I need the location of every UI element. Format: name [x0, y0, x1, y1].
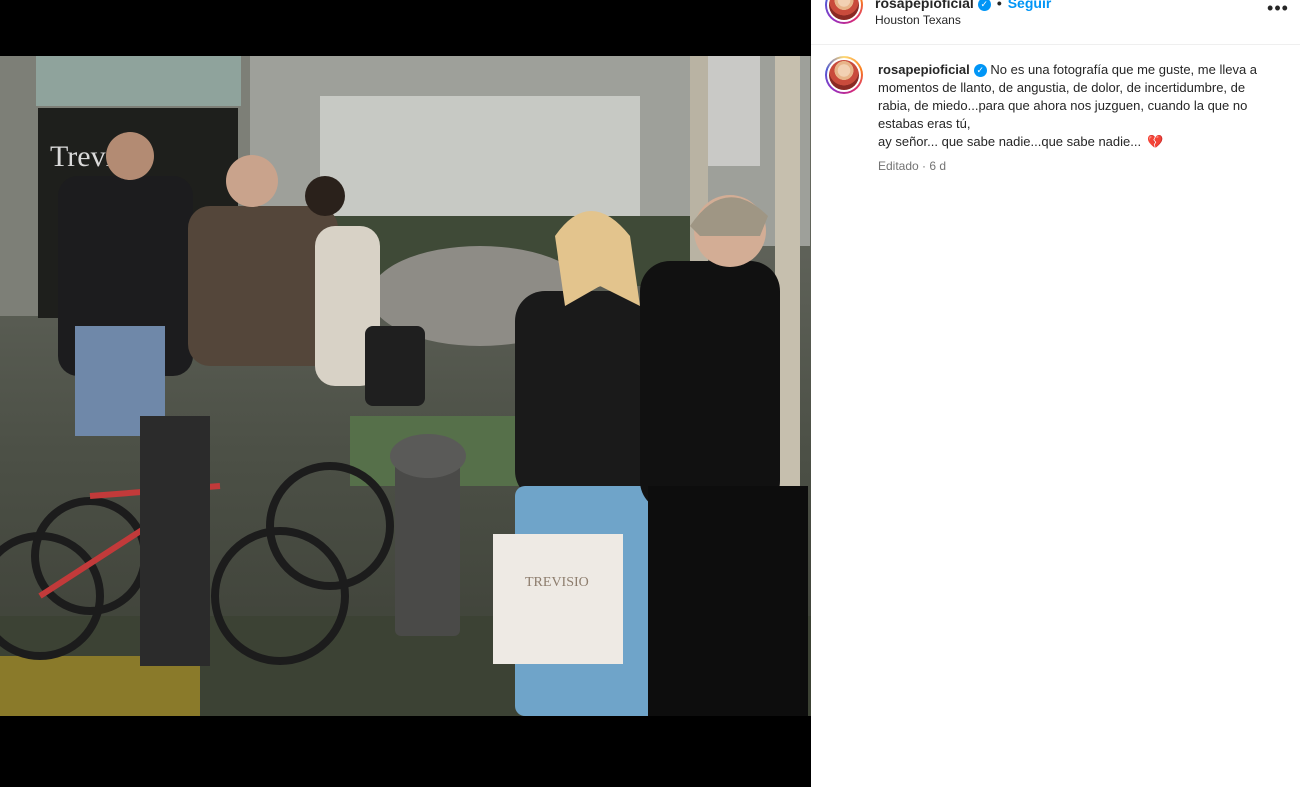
photo-scene: Trevi TREVISIO: [0, 56, 811, 716]
caption-line-5: ay señor... que sabe nadie...que sabe na…: [878, 134, 1142, 149]
caption-line-1: No es una fotografía que me guste, me ll…: [990, 62, 1258, 77]
caption-meta: Editado · 6 d: [878, 157, 1288, 175]
more-options-icon[interactable]: •••: [1266, 0, 1290, 20]
author-line: rosapepioficial ✓ • Seguir: [875, 0, 1051, 11]
verified-badge-icon: ✓: [973, 64, 987, 77]
post-header: rosapepioficial ✓ • Seguir Houston Texans •…: [811, 0, 1300, 45]
time-ago[interactable]: 6 d: [929, 159, 946, 173]
verified-badge-icon: ✓: [977, 0, 991, 11]
author-avatar[interactable]: [825, 0, 863, 24]
edited-label: Editado: [878, 159, 919, 173]
media-panel: Trevi TREVISIO: [0, 0, 811, 787]
caption-username[interactable]: rosapepioficial: [878, 62, 970, 77]
author-username[interactable]: rosapepioficial: [875, 0, 974, 11]
broken-heart-icon: 💔: [1147, 134, 1164, 149]
caption-avatar[interactable]: [825, 56, 863, 94]
caption-line-3: rabia, de miedo...para que ahora nos juz…: [878, 98, 1248, 113]
caption-line-2: momentos de llanto, de angustia, de dolo…: [878, 80, 1246, 95]
separator-dot: •: [996, 0, 1002, 11]
caption-line-4: estabas eras tú,: [878, 116, 971, 131]
caption-text: rosapepioficial ✓ No es una fotografía qu…: [878, 61, 1288, 175]
bag-text: TREVISIO: [525, 575, 589, 590]
post-panel: rosapepioficial ✓ • Seguir Houston Texans •…: [811, 0, 1300, 787]
sign-text: Trevi: [50, 140, 114, 173]
follow-button[interactable]: Seguir: [1008, 0, 1052, 11]
post-photo[interactable]: Trevi TREVISIO: [0, 56, 811, 716]
post-location[interactable]: Houston Texans: [875, 13, 961, 27]
